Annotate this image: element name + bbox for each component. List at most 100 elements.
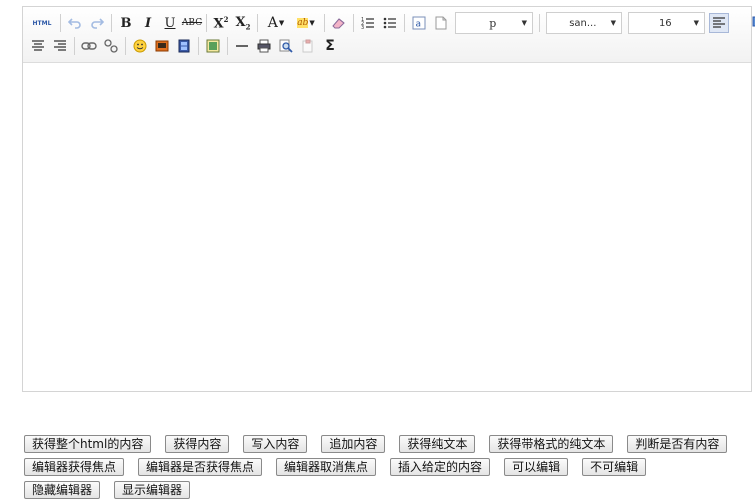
align-right-button[interactable] [50, 36, 70, 56]
redo-button[interactable] [87, 13, 107, 33]
toolbar-separator [324, 14, 325, 32]
insert-html-button[interactable]: 插入给定的内容 [390, 457, 491, 476]
ordered-list-button[interactable]: 123 [358, 13, 378, 33]
action-buttons: 获得整个html的内容 获得内容 写入内容 追加内容 获得纯文本 获得带格式的纯… [24, 432, 744, 501]
font-color-button[interactable]: A ▼ [262, 13, 290, 33]
toolbar-separator [404, 14, 405, 32]
insert-frame-button[interactable] [203, 36, 223, 56]
highlight-color-button[interactable]: ab ▼ [292, 13, 320, 33]
strikethrough-button[interactable]: ABC [182, 13, 202, 33]
image-icon [155, 40, 169, 52]
button-row-3: 隐藏编辑器 显示编辑器 [24, 478, 744, 501]
fullscreen-button[interactable] [749, 13, 755, 33]
align-right-icon [54, 40, 66, 51]
italic-icon: I [144, 15, 152, 31]
insert-image-button[interactable] [152, 36, 172, 56]
superscript-icon: X2 [213, 14, 229, 32]
chevron-down-icon: ▼ [278, 19, 285, 27]
enable-edit-button[interactable]: 可以编辑 [504, 457, 569, 476]
toolbar-separator [125, 37, 126, 55]
picture-icon [206, 39, 220, 53]
new-document-button[interactable] [431, 13, 451, 33]
select-all-button[interactable]: a [409, 13, 429, 33]
is-focus-button[interactable]: 编辑器是否获得焦点 [138, 457, 263, 476]
align-center-button[interactable] [28, 36, 48, 56]
clear-format-button[interactable] [329, 13, 349, 33]
superscript-button[interactable]: X2 [211, 13, 231, 33]
svg-text:a: a [416, 20, 422, 30]
html-source-icon: HTML [32, 19, 52, 27]
sigma-icon: Σ [325, 38, 335, 54]
paragraph-select[interactable]: p ▼ [455, 12, 533, 34]
highlight-icon: ab [297, 18, 309, 28]
font-size-value: 16 [658, 17, 672, 29]
get-content-button[interactable]: 获得内容 [165, 434, 230, 453]
underline-button[interactable]: U [160, 13, 180, 33]
paragraph-value: p [489, 16, 497, 30]
toolbar-separator [257, 14, 258, 32]
set-focus-button[interactable]: 编辑器获得焦点 [24, 457, 125, 476]
toolbar-separator [227, 37, 228, 55]
paste-plain-button[interactable] [298, 36, 318, 56]
chevron-down-icon: ▼ [309, 19, 315, 27]
html-source-button[interactable]: HTML [28, 13, 56, 33]
hide-editor-button[interactable]: 隐藏编辑器 [24, 480, 101, 499]
toolbar-row-1: HTML B I U ABC X2 X2 A ▼ ab ▼ 1 2 3 a p … [27, 12, 755, 34]
bold-button[interactable]: B [116, 13, 136, 33]
select-all-icon: a [412, 16, 426, 30]
append-content-button[interactable]: 追加内容 [321, 434, 386, 453]
link-icon [81, 42, 97, 50]
emoticon-button[interactable] [130, 36, 150, 56]
chevron-down-icon: ▼ [693, 19, 699, 27]
insert-video-button[interactable] [174, 36, 194, 56]
set-content-button[interactable]: 写入内容 [243, 434, 308, 453]
align-left-button[interactable] [709, 13, 729, 33]
magnifier-icon [279, 39, 293, 53]
svg-text:3: 3 [361, 25, 364, 30]
redo-icon [91, 18, 104, 29]
toolbar-separator [198, 37, 199, 55]
unlink-icon [104, 39, 118, 53]
get-all-html-button[interactable]: 获得整个html的内容 [24, 434, 152, 453]
printer-icon [257, 39, 271, 53]
font-color-icon: A [267, 15, 278, 31]
horizontal-line-icon [236, 45, 248, 47]
editor-toolbar: HTML B I U ABC X2 X2 A ▼ ab ▼ 1 2 3 a p … [23, 7, 755, 63]
has-contents-button[interactable]: 判断是否有内容 [627, 434, 728, 453]
toolbar-separator [206, 14, 207, 32]
italic-button[interactable]: I [138, 13, 158, 33]
print-button[interactable] [254, 36, 274, 56]
chevron-down-icon: ▼ [610, 19, 616, 27]
toolbar-separator [111, 14, 112, 32]
subscript-button[interactable]: X2 [233, 13, 253, 33]
formula-button[interactable]: Σ [320, 36, 340, 56]
get-plain-text-button[interactable]: 获得纯文本 [399, 434, 476, 453]
strikethrough-icon: ABC [181, 18, 203, 28]
underline-icon: U [164, 15, 176, 31]
ordered-list-icon: 123 [361, 17, 374, 30]
disable-edit-button[interactable]: 不可编辑 [582, 457, 647, 476]
button-row-2: 编辑器获得焦点 编辑器是否获得焦点 编辑器取消焦点 插入给定的内容 可以编辑 不… [24, 455, 744, 478]
align-center-icon [32, 40, 44, 51]
toolbar-row-2: Σ [27, 35, 341, 57]
eraser-icon [332, 18, 345, 29]
font-size-select[interactable]: 16 ▼ [628, 12, 705, 34]
unlink-button[interactable] [101, 36, 121, 56]
horizontal-rule-button[interactable] [232, 36, 252, 56]
unordered-list-icon [383, 17, 396, 29]
toolbar-separator [539, 14, 540, 32]
blur-button[interactable]: 编辑器取消焦点 [276, 457, 377, 476]
chevron-down-icon: ▼ [521, 19, 527, 27]
unordered-list-button[interactable] [380, 13, 400, 33]
document-icon [435, 16, 447, 30]
get-formatted-text-button[interactable]: 获得带格式的纯文本 [489, 434, 614, 453]
toolbar-separator [60, 14, 61, 32]
insert-link-button[interactable] [79, 36, 99, 56]
film-icon [178, 39, 190, 53]
undo-button[interactable] [65, 13, 85, 33]
preview-button[interactable] [276, 36, 296, 56]
font-family-select[interactable]: san... ▼ [546, 12, 622, 34]
editor-content-area[interactable] [23, 64, 751, 391]
show-editor-button[interactable]: 显示编辑器 [114, 480, 191, 499]
rich-text-editor: HTML B I U ABC X2 X2 A ▼ ab ▼ 1 2 3 a p … [22, 6, 755, 392]
